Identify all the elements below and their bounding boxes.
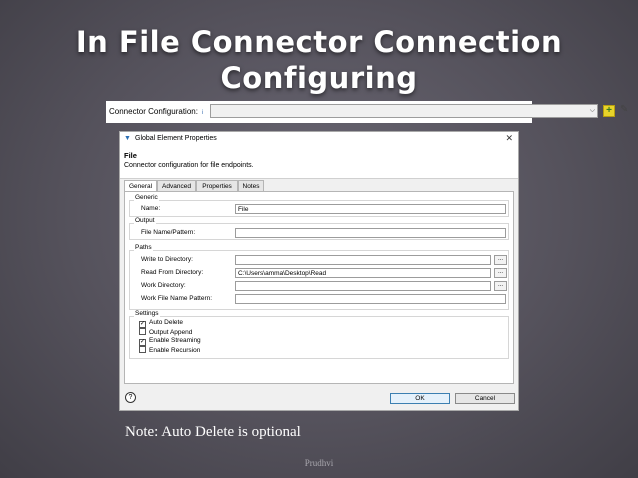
info-icon: i xyxy=(202,110,204,116)
tab-properties[interactable]: Properties xyxy=(196,180,238,191)
settings-group-label: Settings xyxy=(134,310,160,317)
dialog-titlebar: ▼ Global Element Properties ✕ xyxy=(120,132,518,146)
header-subtitle: Connector configuration for file endpoin… xyxy=(124,162,254,169)
slide-note: Note: Auto Delete is optional xyxy=(125,424,301,440)
enable-recursion-checkbox[interactable] xyxy=(139,346,146,353)
paths-group-label: Paths xyxy=(134,244,153,251)
output-group-label: Output xyxy=(134,217,156,224)
work-directory-label: Work Directory: xyxy=(141,282,186,289)
work-directory-field[interactable] xyxy=(235,281,491,291)
header-title: File xyxy=(124,151,137,160)
plus-icon[interactable]: + xyxy=(603,105,615,117)
auto-delete-label: Auto Delete xyxy=(149,319,183,326)
connector-configuration-label: Connector Configuration: xyxy=(109,107,198,116)
connector-configuration-combo[interactable]: ⌵ xyxy=(210,104,598,118)
chevron-down-icon[interactable]: ⌵ xyxy=(590,105,595,117)
read-from-directory-label: Read From Directory: xyxy=(141,269,204,276)
close-icon[interactable]: ✕ xyxy=(505,133,513,144)
work-file-name-pattern-label: Work File Name Pattern: xyxy=(141,295,213,302)
write-to-directory-browse-button[interactable]: ... xyxy=(494,255,507,265)
dialog-footer: ? OK Cancel xyxy=(120,384,518,410)
enable-recursion-label: Enable Recursion xyxy=(149,347,201,354)
read-from-directory-browse-button[interactable]: ... xyxy=(494,268,507,278)
slide-title-line2: Configuring xyxy=(220,61,418,95)
global-element-properties-dialog: ▼ Global Element Properties ✕ File Conne… xyxy=(119,131,519,411)
enable-streaming-checkbox[interactable]: ✓ xyxy=(139,339,146,346)
edit-icon[interactable]: ✎ xyxy=(620,104,628,115)
enable-streaming-label: Enable Streaming xyxy=(149,337,201,344)
name-label: Name: xyxy=(141,205,161,212)
generic-group-label: Generic xyxy=(134,194,159,201)
enable-streaming-checkbox-row[interactable]: ✓ Enable Streaming xyxy=(139,337,201,346)
read-from-directory-field[interactable]: C:\Users\amma\Desktop\Read xyxy=(235,268,491,278)
cancel-button[interactable]: Cancel xyxy=(455,393,515,404)
output-append-checkbox[interactable] xyxy=(139,328,146,335)
file-name-pattern-field[interactable] xyxy=(235,228,506,238)
help-icon[interactable]: ? xyxy=(125,392,136,403)
write-to-directory-label: Write to Directory: xyxy=(141,256,193,263)
file-name-pattern-label: File Name/Pattern: xyxy=(141,229,196,236)
write-to-directory-field[interactable] xyxy=(235,255,491,265)
auto-delete-checkbox[interactable]: ✓ xyxy=(139,321,146,328)
slide-title: In File Connector Connection Configuring xyxy=(0,24,638,96)
enable-recursion-checkbox-row[interactable]: Enable Recursion xyxy=(139,346,200,354)
connector-configuration-bar: Connector Configuration: i ⌵ + ✎ xyxy=(106,101,628,123)
tab-content-general: Generic Name: File Output File Name/Patt… xyxy=(124,191,514,384)
work-directory-browse-button[interactable]: ... xyxy=(494,281,507,291)
ok-button[interactable]: OK xyxy=(390,393,450,404)
dialog-header: File Connector configuration for file en… xyxy=(120,146,518,179)
name-field[interactable]: File xyxy=(235,204,506,214)
mule-app-icon: ▼ xyxy=(124,135,131,142)
auto-delete-checkbox-row[interactable]: ✓ Auto Delete xyxy=(139,319,183,328)
slide-footer: Prudhvi xyxy=(304,458,334,468)
dialog-title: Global Element Properties xyxy=(135,135,217,142)
output-append-label: Output Append xyxy=(149,329,193,336)
tab-notes[interactable]: Notes xyxy=(238,180,264,191)
tab-advanced[interactable]: Advanced xyxy=(157,180,196,191)
slide-title-line1: In File Connector Connection xyxy=(75,25,563,59)
output-append-checkbox-row[interactable]: Output Append xyxy=(139,328,192,336)
work-file-name-pattern-field[interactable] xyxy=(235,294,506,304)
